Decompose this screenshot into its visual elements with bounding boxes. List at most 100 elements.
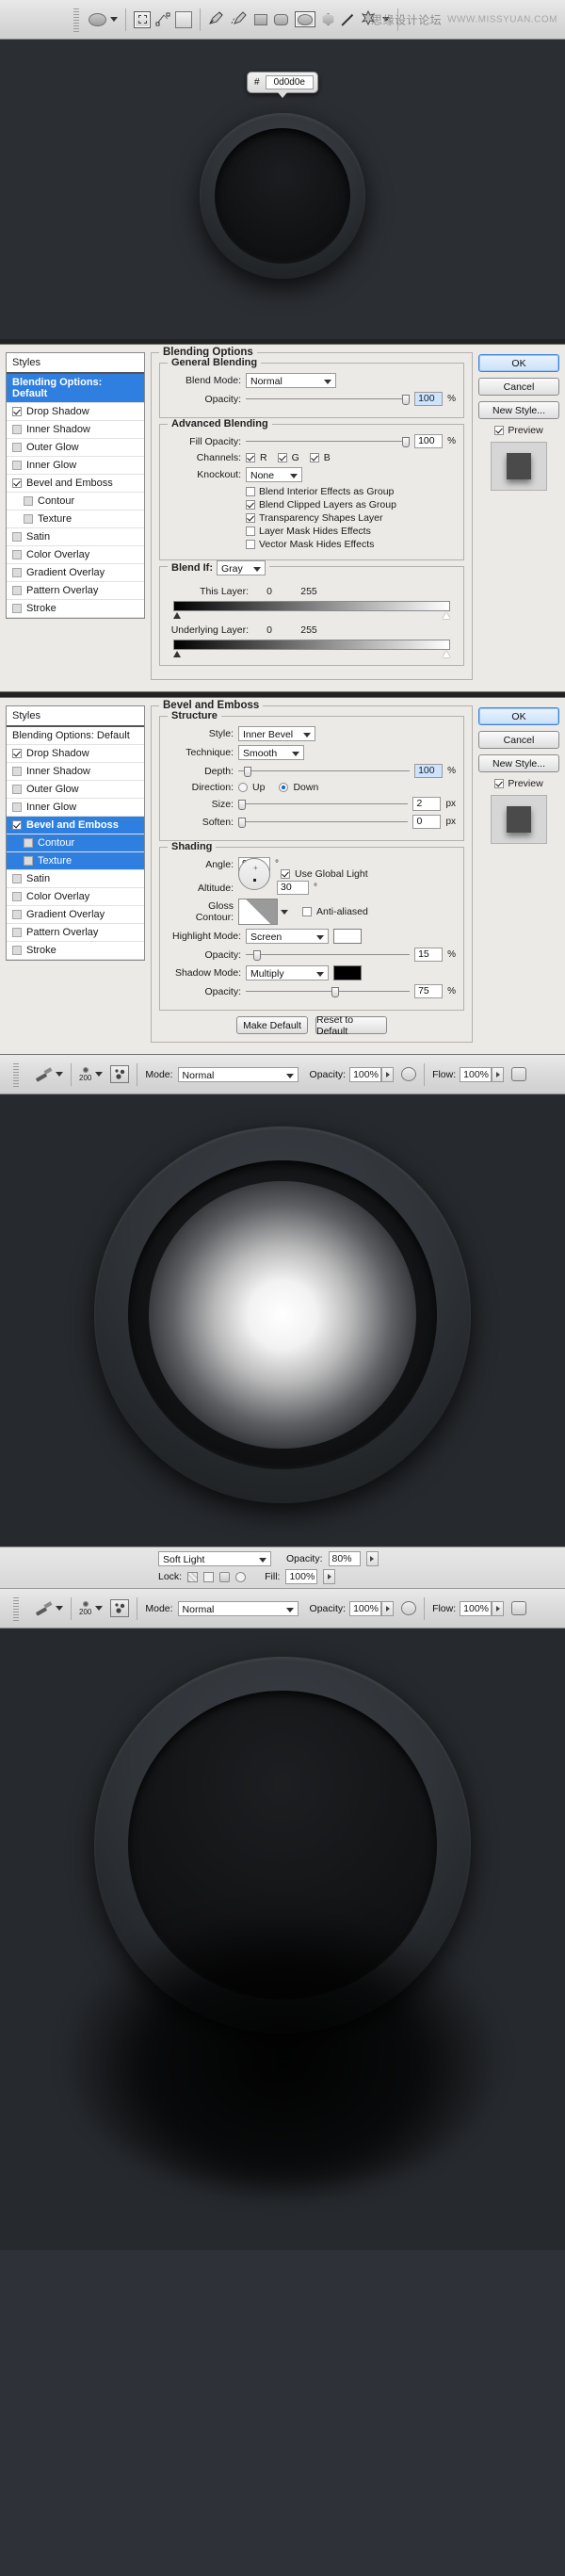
chevron-down-icon[interactable] [56,1606,63,1611]
style-item-satin[interactable]: Satin [7,528,144,546]
direction-up-radio[interactable] [238,783,248,792]
style-enable-checkbox[interactable] [12,802,22,812]
bevel-style-select[interactable]: Inner Bevel [238,726,315,741]
style-item-pattern-overlay[interactable]: Pattern Overlay [7,582,144,600]
ellipse-tool-icon[interactable] [295,11,315,27]
reset-to-default-button[interactable]: Reset to Default [315,1016,387,1034]
style-enable-checkbox[interactable] [12,928,22,937]
advanced-option-checkbox[interactable] [246,540,255,549]
opacity-value[interactable]: 100% [349,1601,381,1616]
layer-opacity-stepper[interactable] [366,1551,379,1566]
advanced-option-checkbox[interactable] [246,487,255,496]
depth-slider[interactable] [238,765,410,778]
advanced-option-checkbox[interactable] [246,527,255,536]
style-item-drop-shadow[interactable]: Drop Shadow [7,745,144,763]
style-item-blending-options-default[interactable]: Blending Options: Default [7,374,144,403]
layer-fill-value[interactable]: 100% [285,1569,317,1584]
layer-style-dialog-bevel[interactable]: Styles Blending Options: DefaultDrop Sha… [0,697,565,1055]
canvas-step-1[interactable]: # 0d0d0e [0,40,565,339]
this-layer-gradient[interactable] [173,601,450,611]
shape-tools-group[interactable] [208,10,390,28]
technique-select[interactable]: Smooth [238,745,304,760]
use-global-light-checkbox[interactable] [281,869,290,879]
channel-g-checkbox[interactable] [278,453,287,462]
chevron-down-icon[interactable] [95,1606,103,1611]
lock-position-icon[interactable] [219,1572,230,1582]
layer-opacity-value[interactable]: 80% [329,1551,361,1566]
this-layer-black-stop[interactable] [173,612,181,619]
advanced-option-row[interactable]: Vector Mask Hides Effects [246,539,456,550]
style-item-gradient-overlay[interactable]: Gradient Overlay [7,906,144,924]
brush-options-toolbar-1[interactable]: 200 Mode: Normal Opacity: 100% Flow: 100… [0,1055,565,1094]
shadow-color-swatch[interactable] [333,965,362,980]
highlight-opacity-slider[interactable] [246,948,410,962]
chevron-down-icon[interactable] [95,1072,103,1077]
style-item-bevel-and-emboss[interactable]: Bevel and Emboss [7,475,144,493]
brush-panel-toggle-icon[interactable] [110,1065,129,1083]
style-item-bevel-and-emboss[interactable]: Bevel and Emboss [7,817,144,834]
toolbar-grip[interactable] [73,8,79,32]
channel-b-checkbox[interactable] [310,453,319,462]
style-enable-checkbox[interactable] [12,532,22,542]
fill-opacity-slider[interactable] [246,435,410,448]
polygon-tool-icon[interactable] [322,13,334,25]
gloss-contour-swatch[interactable] [238,899,278,925]
layer-style-dialog-blending[interactable]: Styles Blending Options: DefaultDrop Sha… [0,344,565,692]
style-enable-checkbox[interactable] [12,604,22,613]
style-item-color-overlay[interactable]: Color Overlay [7,888,144,906]
airbrush-icon[interactable] [401,1601,416,1615]
airbrush-icon[interactable] [401,1067,416,1081]
bevel-footer-buttons[interactable]: Make Default Reset to Default [159,1016,464,1034]
brush-tool-picker[interactable] [36,1067,63,1081]
preview-toggle[interactable]: Preview [478,778,559,789]
canvas-step-3[interactable] [0,1628,565,2250]
lock-all-icon[interactable] [235,1572,246,1582]
dialog-buttons-2[interactable]: OK Cancel New Style... Preview [478,705,559,1048]
style-enable-checkbox[interactable] [12,874,22,883]
chevron-down-icon[interactable] [56,1072,63,1077]
style-enable-checkbox[interactable] [12,407,22,416]
styles-column-2[interactable]: Styles Blending Options: DefaultDrop Sha… [6,705,145,1048]
line-tool-icon[interactable] [341,13,354,26]
preview-toggle[interactable]: Preview [478,425,559,436]
chevron-down-icon[interactable] [382,17,390,22]
anti-aliased-checkbox[interactable] [302,907,312,916]
toolbar-grip[interactable] [13,1596,19,1621]
style-enable-checkbox[interactable] [24,838,33,848]
style-enable-checkbox[interactable] [12,892,22,901]
chevron-down-icon[interactable] [110,17,118,22]
style-enable-checkbox[interactable] [12,767,22,776]
pen-tool-icon[interactable] [208,10,224,28]
advanced-option-row[interactable]: Layer Mask Hides Effects [246,526,456,537]
paths-icon[interactable] [154,11,171,28]
brush-options-toolbar-2[interactable]: 200 Mode: Normal Opacity: 100% Flow: 100… [0,1589,565,1628]
style-enable-checkbox[interactable] [12,425,22,434]
flow-stepper[interactable] [492,1067,504,1082]
flow-value[interactable]: 100% [460,1067,492,1082]
layers-panel-strip[interactable]: Soft Light Opacity: 80% Lock: Fill: 100% [0,1547,565,1589]
blend-mode-select[interactable]: Normal [246,373,336,388]
underlying-black-stop[interactable] [173,651,181,657]
cancel-button[interactable]: Cancel [478,731,559,749]
shape-layer-mode-group[interactable] [134,11,192,28]
soften-value[interactable]: 0 [412,815,441,829]
style-enable-checkbox[interactable] [12,461,22,470]
style-item-inner-shadow[interactable]: Inner Shadow [7,421,144,439]
angle-dial[interactable]: + [238,858,270,890]
fill-pixels-icon[interactable] [175,11,192,28]
brush-preset-picker-1[interactable]: 200 [79,1067,103,1082]
style-enable-checkbox[interactable] [12,910,22,919]
style-item-texture[interactable]: Texture [7,852,144,870]
tablet-pressure-icon[interactable] [511,1067,526,1081]
flow-stepper[interactable] [492,1601,504,1616]
style-item-inner-glow[interactable]: Inner Glow [7,457,144,475]
layer-fill-stepper[interactable] [323,1569,335,1584]
soften-slider[interactable] [238,816,408,829]
this-layer-white-stop[interactable] [443,612,450,619]
advanced-option-checkbox[interactable] [246,500,255,510]
blend-mode-select[interactable]: Normal [178,1601,299,1616]
opacity-stepper[interactable] [381,1601,394,1616]
style-enable-checkbox[interactable] [12,749,22,758]
style-item-texture[interactable]: Texture [7,510,144,528]
style-enable-checkbox[interactable] [12,586,22,595]
